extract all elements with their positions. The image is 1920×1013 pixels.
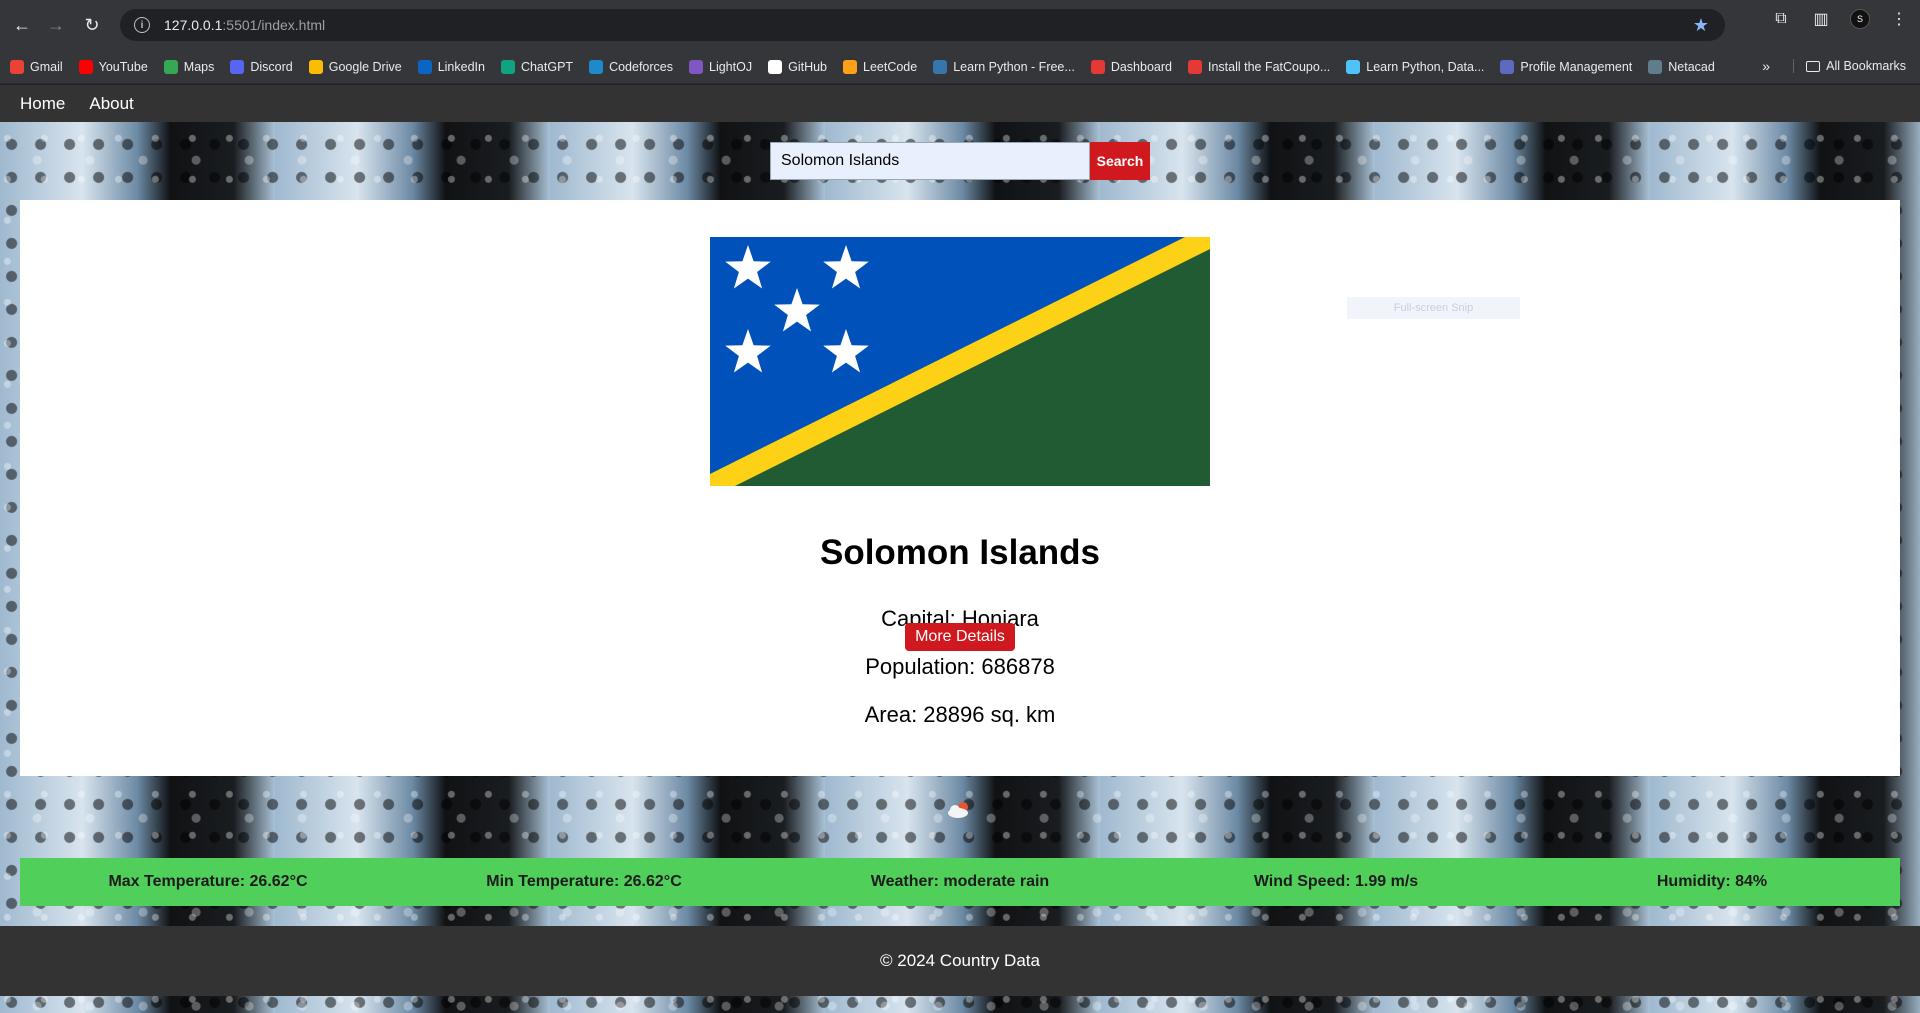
country-area: Area: 28896 sq. km bbox=[864, 702, 1056, 727]
bookmark-star-icon[interactable]: ★ bbox=[1693, 15, 1709, 36]
page-footer: © 2024 Country Data bbox=[0, 926, 1920, 996]
bookmark-item[interactable]: YouTube bbox=[78, 59, 148, 74]
bookmark-label: ChatGPT bbox=[520, 59, 574, 74]
bookmark-item[interactable]: Gmail bbox=[10, 59, 63, 74]
bookmark-item[interactable]: LeetCode bbox=[843, 59, 918, 74]
bookmark-item[interactable]: Install the FatCoupo... bbox=[1187, 59, 1331, 74]
search-button[interactable]: Search bbox=[1090, 142, 1150, 180]
country-card: Full-screen Snip Solomon Islands Capital… bbox=[20, 200, 1900, 776]
bookmark-favicon-icon bbox=[308, 59, 323, 74]
all-bookmarks-label: All Bookmarks bbox=[1826, 59, 1906, 73]
site-nav: Home About bbox=[0, 85, 1920, 122]
bookmark-item[interactable]: Learn Python - Free... bbox=[933, 59, 1075, 74]
page-background: Home About Search Full-screen Snip Solom… bbox=[0, 85, 1920, 1013]
all-bookmarks-button[interactable]: All Bookmarks bbox=[1793, 59, 1906, 73]
bookmark-favicon-icon bbox=[163, 59, 178, 74]
bookmark-favicon-icon bbox=[589, 59, 604, 74]
bookmark-item[interactable]: ChatGPT bbox=[500, 59, 574, 74]
back-icon[interactable]: ← bbox=[4, 7, 40, 43]
bookmark-label: LeetCode bbox=[863, 59, 918, 74]
reload-icon[interactable]: ↻ bbox=[74, 7, 110, 43]
bookmark-favicon-icon bbox=[1346, 59, 1361, 74]
nav-home-link[interactable]: Home bbox=[20, 94, 65, 114]
bookmark-label: LightOJ bbox=[709, 59, 753, 74]
bookmark-label: Codeforces bbox=[609, 59, 673, 74]
country-population: Population: 686878 bbox=[865, 654, 1055, 679]
browser-toolbar: ← → ↻ i 127.0.0.1:5501/index.html ★ ⧉ ▥ … bbox=[0, 0, 1920, 50]
side-panel-icon[interactable]: ▥ bbox=[1810, 8, 1832, 30]
bookmark-label: LinkedIn bbox=[437, 59, 485, 74]
extensions-icon[interactable]: ⧉ bbox=[1770, 8, 1792, 30]
bookmark-favicon-icon bbox=[1500, 59, 1515, 74]
more-bookmarks-chevron-icon[interactable]: » bbox=[1762, 58, 1770, 74]
bookmark-label: Gmail bbox=[30, 59, 63, 74]
snip-overlay: Full-screen Snip bbox=[1347, 297, 1520, 319]
address-bar[interactable]: i 127.0.0.1:5501/index.html ★ bbox=[120, 9, 1725, 41]
weather-min-temp: Min Temperature: 26.62°C bbox=[486, 873, 682, 890]
bookmark-item[interactable]: Google Drive bbox=[308, 59, 402, 74]
folder-icon bbox=[1806, 60, 1821, 72]
menu-icon[interactable]: ⋮ bbox=[1888, 8, 1910, 30]
search-input[interactable] bbox=[770, 142, 1090, 180]
bookmark-item[interactable]: Learn Python, Data... bbox=[1346, 59, 1485, 74]
avatar[interactable]: S bbox=[1850, 9, 1870, 29]
rain-cloud-icon bbox=[948, 802, 968, 818]
bookmark-item[interactable]: LinkedIn bbox=[417, 59, 485, 74]
bookmark-favicon-icon bbox=[1187, 59, 1202, 74]
bookmark-label: Google Drive bbox=[328, 59, 402, 74]
bookmark-item[interactable]: Maps bbox=[163, 59, 215, 74]
bookmark-favicon-icon bbox=[417, 59, 432, 74]
bookmark-item[interactable]: LightOJ bbox=[689, 59, 753, 74]
bookmark-label: Maps bbox=[183, 59, 215, 74]
url-text: 127.0.0.1:5501/index.html bbox=[164, 17, 326, 33]
bookmark-favicon-icon bbox=[689, 59, 703, 74]
bookmark-label: Learn Python - Free... bbox=[953, 59, 1075, 74]
more-details-button[interactable]: More Details bbox=[905, 623, 1015, 651]
bookmark-label: Netacad bbox=[1668, 59, 1715, 74]
country-flag bbox=[710, 237, 1210, 486]
bookmark-item[interactable]: Discord bbox=[230, 59, 293, 74]
bookmark-favicon-icon bbox=[933, 59, 948, 74]
bookmark-label: Dashboard bbox=[1110, 59, 1172, 74]
bookmark-item[interactable]: Codeforces bbox=[589, 59, 673, 74]
bookmark-favicon-icon bbox=[1090, 59, 1105, 74]
bookmark-label: Learn Python, Data... bbox=[1366, 59, 1485, 74]
bookmark-favicon-icon bbox=[78, 59, 93, 74]
bookmark-favicon-icon bbox=[230, 59, 245, 74]
bookmark-item[interactable]: GitHub bbox=[768, 59, 827, 74]
footer-text: © 2024 Country Data bbox=[880, 951, 1040, 970]
bookmark-favicon-icon bbox=[500, 59, 515, 74]
bookmark-item[interactable]: Netacad bbox=[1648, 59, 1715, 74]
bookmark-label: Discord bbox=[250, 59, 293, 74]
bookmark-favicon-icon bbox=[10, 59, 24, 74]
site-info-icon[interactable]: i bbox=[134, 17, 150, 33]
bookmark-favicon-icon bbox=[1648, 59, 1663, 74]
bookmark-label: Install the FatCoupo... bbox=[1207, 59, 1331, 74]
bookmark-label: YouTube bbox=[98, 59, 148, 74]
bookmark-label: GitHub bbox=[788, 59, 827, 74]
country-name: Solomon Islands bbox=[819, 533, 1101, 572]
bookmarks-bar: Gmail YouTube Maps Discord Google Drive Linke… bbox=[0, 50, 1920, 84]
bookmark-favicon-icon bbox=[768, 59, 783, 74]
weather-wind-speed: Wind Speed: 1.99 m/s bbox=[1253, 873, 1419, 890]
bookmark-favicon-icon bbox=[843, 59, 857, 74]
weather-condition: Weather: moderate rain bbox=[870, 873, 1050, 890]
nav-about-link[interactable]: About bbox=[89, 94, 133, 114]
weather-max-temp: Max Temperature: 26.62°C bbox=[108, 873, 308, 890]
forward-icon[interactable]: → bbox=[38, 7, 74, 43]
weather-bar: Max Temperature: 26.62°C Min Temperature… bbox=[20, 858, 1900, 906]
bookmark-item[interactable]: Profile Management bbox=[1500, 59, 1633, 74]
bookmark-item[interactable]: Dashboard bbox=[1090, 59, 1172, 74]
bookmark-label: Profile Management bbox=[1520, 59, 1633, 74]
weather-humidity: Humidity: 84% bbox=[1656, 873, 1768, 890]
search-form: Search bbox=[770, 142, 1150, 180]
